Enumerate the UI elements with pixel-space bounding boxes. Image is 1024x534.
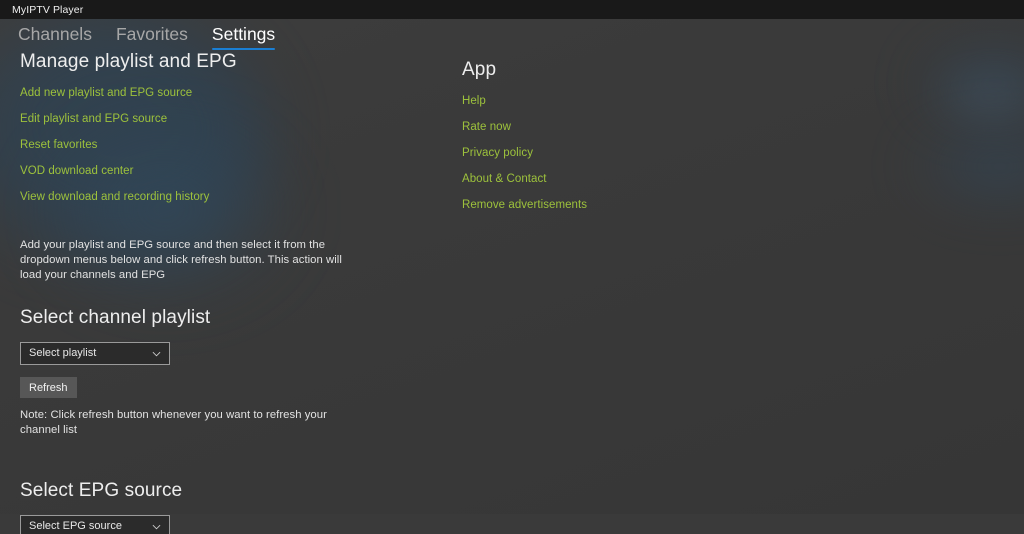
link-remove-advertisements[interactable]: Remove advertisements [462, 198, 782, 212]
tab-channels-label: Channels [18, 24, 92, 44]
tab-channels[interactable]: Channels [6, 19, 104, 47]
title-bar: MyIPTV Player [0, 0, 1024, 19]
epg-heading: Select EPG source [20, 480, 183, 501]
manage-column: Manage playlist and EPG Add new playlist… [20, 51, 350, 534]
link-vod-download-center[interactable]: VOD download center [20, 164, 350, 178]
tab-active-underline [211, 47, 276, 50]
spacer-before-epg [20, 438, 350, 480]
spacer-playlist-button-note [20, 398, 350, 408]
playlist-heading: Select channel playlist [20, 307, 211, 328]
spacer-playlist-dropdown-button [20, 365, 350, 377]
link-about-contact[interactable]: About & Contact [462, 172, 782, 186]
playlist-note-text: Note: Click refresh button whenever you … [20, 409, 327, 436]
epg-dropdown-value: Select EPG source [29, 520, 122, 532]
window-title: MyIPTV Player [12, 3, 84, 16]
chevron-down-icon [152, 522, 161, 531]
manage-link-list: Add new playlist and EPG source Edit pla… [20, 86, 350, 204]
link-download-history[interactable]: View download and recording history [20, 190, 350, 204]
app-window: MyIPTV Player Channels Favorites Setting… [0, 0, 1024, 534]
tab-favorites[interactable]: Favorites [104, 19, 200, 47]
playlist-dropdown[interactable]: Select playlist [20, 342, 170, 365]
app-heading: App [462, 59, 497, 80]
playlist-refresh-button[interactable]: Refresh [20, 377, 77, 398]
manage-intro-text: Add your playlist and EPG source and the… [20, 239, 342, 281]
tab-settings-label: Settings [211, 24, 276, 44]
link-add-new-playlist[interactable]: Add new playlist and EPG source [20, 86, 350, 100]
link-help[interactable]: Help [462, 94, 782, 108]
main-navigation: Channels Favorites Settings [0, 19, 1024, 51]
app-link-list: Help Rate now Privacy policy About & Con… [462, 94, 782, 212]
playlist-dropdown-value: Select playlist [29, 347, 97, 359]
link-edit-playlist[interactable]: Edit playlist and EPG source [20, 112, 350, 126]
epg-dropdown[interactable]: Select EPG source [20, 515, 170, 534]
link-reset-favorites[interactable]: Reset favorites [20, 138, 350, 152]
spacer-after-intro [20, 283, 350, 307]
manage-heading: Manage playlist and EPG [20, 51, 237, 72]
link-rate-now[interactable]: Rate now [462, 120, 782, 134]
chevron-down-icon [152, 349, 161, 358]
settings-content: Manage playlist and EPG Add new playlist… [0, 51, 1024, 534]
app-column: App Help Rate now Privacy policy About &… [462, 59, 782, 212]
spacer-after-links [20, 204, 350, 238]
tab-settings[interactable]: Settings [200, 19, 287, 50]
tab-favorites-label: Favorites [115, 24, 188, 44]
link-privacy-policy[interactable]: Privacy policy [462, 146, 782, 160]
